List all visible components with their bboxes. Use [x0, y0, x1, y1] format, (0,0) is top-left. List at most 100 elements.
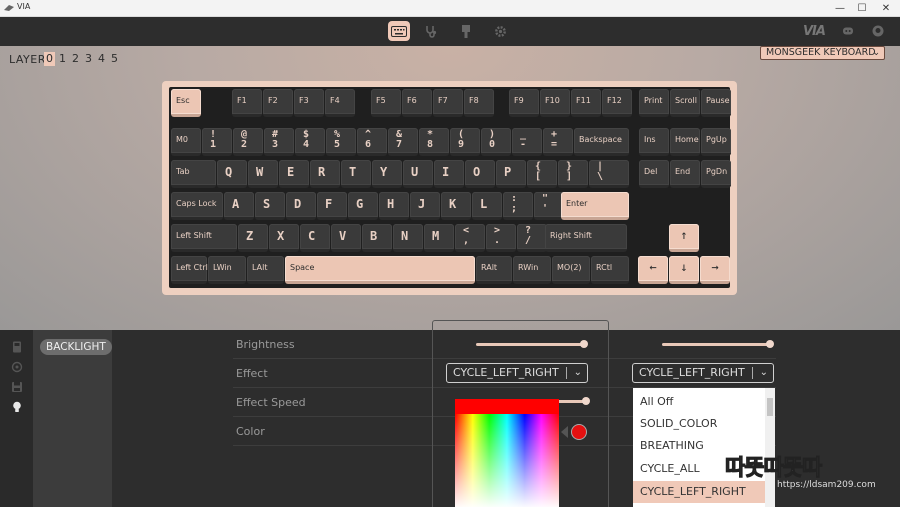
key-f10[interactable]: F10 [540, 89, 570, 117]
key-z[interactable]: Z [238, 224, 268, 252]
key-period[interactable]: >. [486, 224, 516, 252]
key-f[interactable]: F [317, 192, 347, 220]
key-left[interactable]: ← [638, 256, 668, 284]
effect-speed-slider[interactable] [556, 397, 590, 405]
key-ralt[interactable]: RAlt [476, 256, 512, 284]
key-enter[interactable]: Enter [561, 192, 629, 220]
key-f8[interactable]: F8 [464, 89, 494, 117]
option-solid-color[interactable]: SOLID_COLOR [633, 413, 765, 435]
layer-3-button[interactable]: 3 [83, 52, 94, 66]
key-pause[interactable]: Pause [701, 89, 731, 117]
key-8[interactable]: * 8 [419, 128, 449, 156]
brightness-slider[interactable] [476, 340, 588, 348]
key-o[interactable]: O [465, 160, 495, 188]
settings-gear-icon[interactable] [489, 21, 511, 41]
key-lalt[interactable]: LAlt [247, 256, 284, 284]
lightbulb-icon[interactable] [11, 401, 23, 413]
key-slash[interactable]: ? / [517, 224, 547, 252]
brightness-slider-right[interactable] [662, 340, 774, 348]
key-left-shift[interactable]: Left Shift [171, 224, 237, 252]
key-capslock[interactable]: Caps Lock [171, 192, 223, 220]
slider-thumb[interactable] [766, 340, 774, 348]
key-b[interactable]: B [362, 224, 392, 252]
key-mo2[interactable]: MO(2) [552, 256, 590, 284]
key-t[interactable]: T [341, 160, 371, 188]
github-icon[interactable] [872, 25, 884, 37]
key-k[interactable]: K [441, 192, 471, 220]
layer-0-button[interactable]: 0 [44, 52, 55, 66]
color-picker-spectrum[interactable] [455, 414, 559, 507]
key-1[interactable]: ! 1 [202, 128, 232, 156]
key-left-ctrl[interactable]: Left Ctrl [171, 256, 208, 284]
key-5[interactable]: % 5 [326, 128, 356, 156]
slider-thumb[interactable] [582, 397, 590, 405]
key-lwin[interactable]: LWin [208, 256, 246, 284]
key-f2[interactable]: F2 [263, 89, 293, 117]
key-7[interactable]: & 7 [388, 128, 418, 156]
key-x[interactable]: X [269, 224, 299, 252]
key-i[interactable]: I [434, 160, 464, 188]
close-icon[interactable]: ✕ [874, 0, 898, 17]
key-a[interactable]: A [224, 192, 254, 220]
minimize-icon[interactable]: — [828, 0, 852, 17]
key-0[interactable]: ) 0 [481, 128, 511, 156]
slider-thumb[interactable] [580, 340, 588, 348]
key-m0[interactable]: M0 [171, 128, 201, 156]
key-v[interactable]: V [331, 224, 361, 252]
key-backslash[interactable]: | \ [589, 160, 629, 188]
key-f5[interactable]: F5 [371, 89, 401, 117]
key-g[interactable]: G [348, 192, 378, 220]
key-pgup[interactable]: PgUp [701, 128, 731, 156]
layout-icon[interactable] [11, 341, 23, 353]
stethoscope-icon[interactable] [420, 21, 442, 41]
key-j[interactable]: J [410, 192, 440, 220]
key-quote[interactable]: " ' [534, 192, 564, 220]
key-6[interactable]: ^ 6 [357, 128, 387, 156]
key-f9[interactable]: F9 [509, 89, 539, 117]
key-s[interactable]: S [255, 192, 285, 220]
key-right-shift[interactable]: Right Shift [545, 224, 627, 252]
key-minus[interactable]: _ - [512, 128, 542, 156]
option-all-off[interactable]: All Off [633, 391, 765, 413]
key-f11[interactable]: F11 [571, 89, 601, 117]
key-2[interactable]: @2 [233, 128, 263, 156]
key-comma[interactable]: <, [455, 224, 485, 252]
key-3[interactable]: #3 [264, 128, 294, 156]
key-rbracket[interactable]: }] [558, 160, 588, 188]
key-scroll[interactable]: Scroll [670, 89, 700, 117]
maximize-icon[interactable]: ☐ [850, 0, 874, 17]
key-n[interactable]: N [393, 224, 423, 252]
layer-2-button[interactable]: 2 [70, 52, 81, 66]
key-rctl[interactable]: RCtl [591, 256, 629, 284]
key-backspace[interactable]: Backspace [574, 128, 629, 156]
key-q[interactable]: Q [217, 160, 247, 188]
key-up[interactable]: ↑ [669, 224, 699, 252]
layer-5-button[interactable]: 5 [109, 52, 120, 66]
key-del[interactable]: Del [639, 160, 669, 188]
key-pgdn[interactable]: PgDn [701, 160, 731, 188]
key-e[interactable]: E [279, 160, 309, 188]
key-f12[interactable]: F12 [602, 89, 632, 117]
key-9[interactable]: (9 [450, 128, 480, 156]
key-m[interactable]: M [424, 224, 454, 252]
key-home[interactable]: Home [670, 128, 700, 156]
key-f1[interactable]: F1 [232, 89, 262, 117]
key-d[interactable]: D [286, 192, 316, 220]
color-picker-hue-bar[interactable] [455, 399, 559, 414]
key-w[interactable]: W [248, 160, 278, 188]
layer-1-button[interactable]: 1 [57, 52, 68, 66]
key-l[interactable]: L [472, 192, 502, 220]
effect-select-right[interactable]: CYCLE_LEFT_RIGHT ⌄ [632, 363, 774, 383]
key-r[interactable]: R [310, 160, 340, 188]
key-f4[interactable]: F4 [325, 89, 355, 117]
key-c[interactable]: C [300, 224, 330, 252]
key-f3[interactable]: F3 [294, 89, 324, 117]
key-p[interactable]: P [496, 160, 526, 188]
save-icon[interactable] [11, 381, 23, 393]
key-h[interactable]: H [379, 192, 409, 220]
color-swatch[interactable] [571, 424, 587, 440]
key-esc[interactable]: Esc [171, 89, 201, 117]
menu-item-backlight[interactable]: BACKLIGHT [40, 339, 112, 355]
key-end[interactable]: End [670, 160, 700, 188]
key-down[interactable]: ↓ [669, 256, 699, 284]
